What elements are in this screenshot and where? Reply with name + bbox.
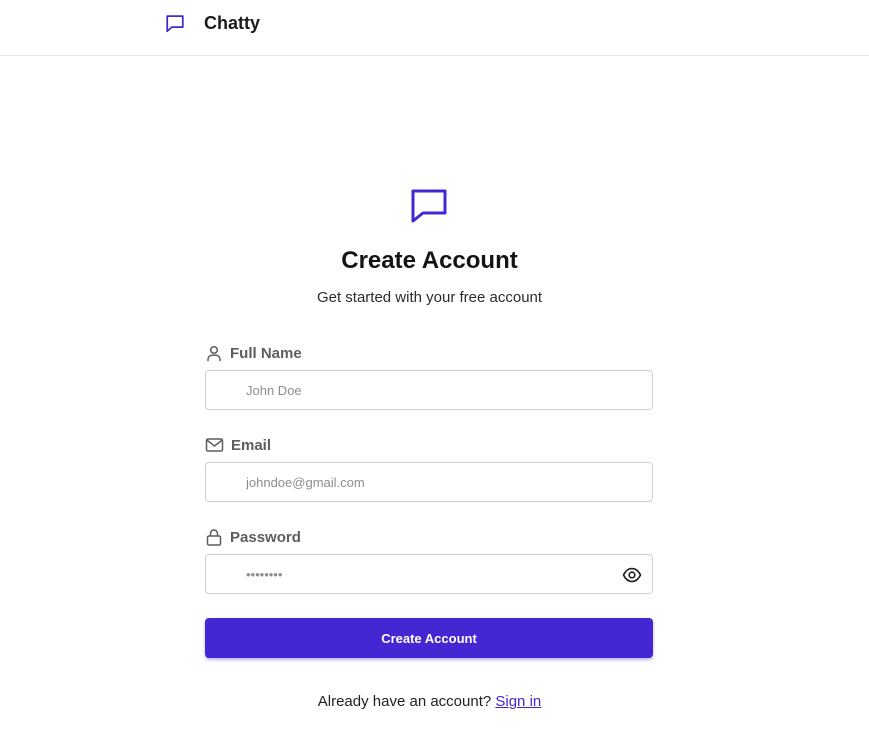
email-input-wrapper [205,462,653,502]
app-name: Chatty [204,12,261,33]
user-icon [207,345,221,362]
password-label: Password [205,528,301,546]
full-name-label-text: Full Name [230,344,302,362]
lock-icon [206,529,222,546]
email-label-text: Email [231,436,272,454]
full-name-input[interactable] [246,371,606,409]
brand-logo-link[interactable]: Chatty [164,12,260,34]
password-label-text: Password [230,528,301,546]
full-name-input-wrapper [205,370,653,410]
signin-link[interactable]: Sign in [495,693,541,710]
page-title: Create Account [341,247,518,274]
email-label: Email [205,436,271,454]
email-input[interactable] [246,463,606,501]
navbar: Chatty [0,0,869,56]
password-input-wrapper [205,554,653,594]
signin-prompt-text: Already have an account? [317,693,492,710]
message-square-icon [411,189,447,223]
mail-icon [205,438,224,452]
signin-prompt: Already have an account? Sign in [0,693,859,710]
eye-icon[interactable] [622,565,642,585]
password-input[interactable] [246,555,606,593]
page-subtitle: Get started with your free account [316,289,543,306]
full-name-label: Full Name [205,344,302,362]
create-account-button[interactable]: Create Account [205,618,653,658]
message-square-icon [166,15,184,33]
